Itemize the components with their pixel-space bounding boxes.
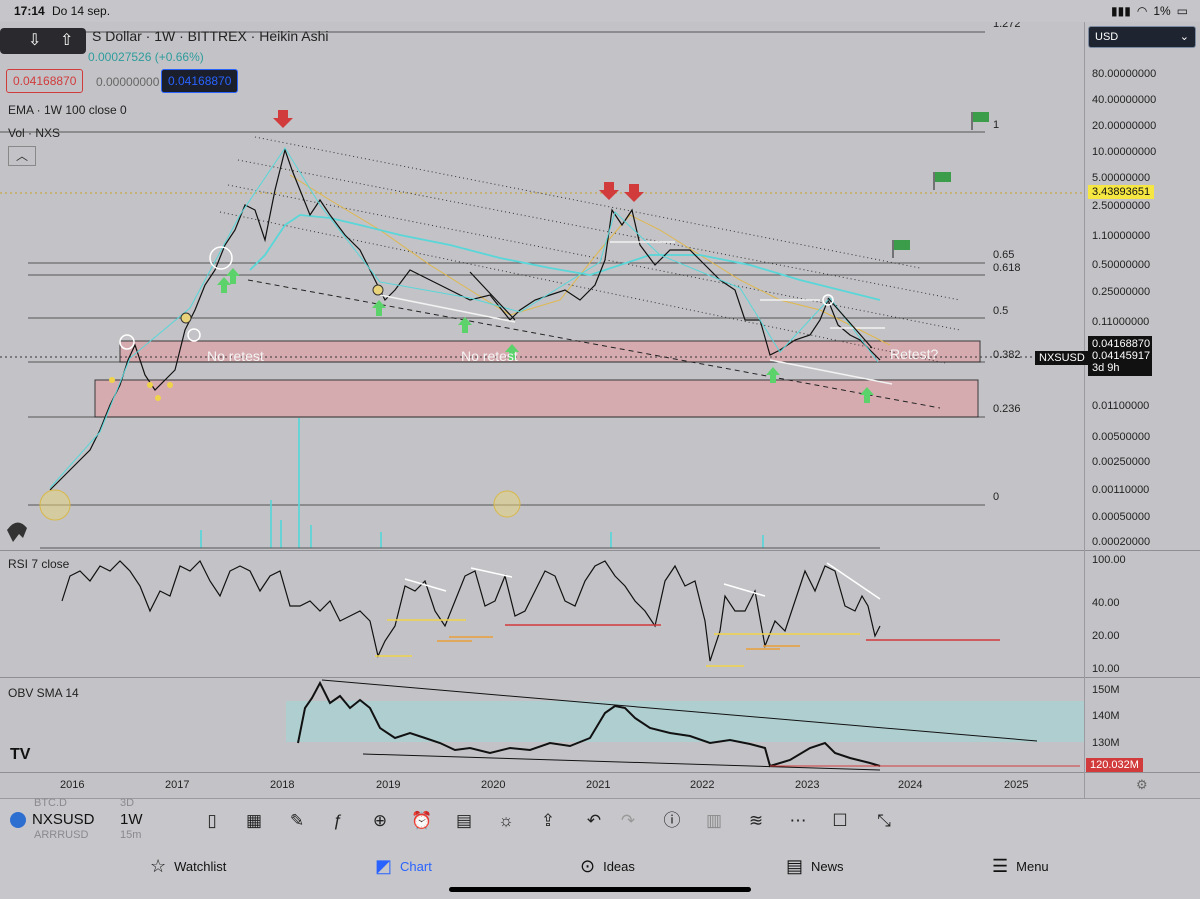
fib-label: 0 xyxy=(993,491,999,503)
status-time: 17:14 xyxy=(14,4,45,18)
obv-label: OBV SMA 14 xyxy=(8,686,79,700)
scroll-buttons: ⇩ ⇧ xyxy=(0,28,86,54)
highlight-circle xyxy=(39,489,71,521)
star-icon: ☆ xyxy=(150,856,167,876)
fib-label: 0.618 xyxy=(993,262,1021,274)
symbol-tag: NXSUSD xyxy=(1035,351,1089,365)
buy-price-box[interactable]: 0.04168870 xyxy=(161,69,239,93)
signal-icon: ▮▮▮ xyxy=(1111,4,1131,18)
obv-value-tag: 120.032M xyxy=(1086,758,1143,772)
add-icon[interactable]: ⊕ xyxy=(368,809,392,833)
status-icons: ▮▮▮ ◠ 1% ▭ xyxy=(1111,4,1188,18)
annotation-retest: Retest? xyxy=(890,346,938,362)
chart-type-icon[interactable]: ▯ xyxy=(200,809,224,833)
buy-arrow-icon xyxy=(458,317,472,333)
battery-icon: ▭ xyxy=(1176,4,1188,18)
arrow-down-icon[interactable]: ⇩ xyxy=(28,30,41,50)
spread-value: 0.00000000 xyxy=(96,75,160,89)
bars-icon[interactable]: ▥ xyxy=(702,809,726,833)
sell-price-box[interactable]: 0.04168870 xyxy=(6,69,84,93)
buy-arrow-icon xyxy=(226,268,240,284)
sell-arrow-icon xyxy=(273,110,293,128)
arrow-up-icon[interactable]: ⇧ xyxy=(60,30,73,50)
tradingview-logo-icon: TV xyxy=(10,746,31,763)
indicators-icon[interactable]: ƒ xyxy=(326,809,350,833)
ghost-timeframe: 15m xyxy=(120,829,142,841)
layout-icon[interactable]: ▤ xyxy=(452,809,476,833)
fib-price-tag: 3.43893651 xyxy=(1088,185,1155,199)
calendar-icon[interactable]: ▦ xyxy=(242,809,266,833)
flag-icon xyxy=(935,172,951,182)
chart-toolbar: BTC.D 3D NXSUSD 1W ARRRUSD 15m ▯ ▦ ✎ ƒ ⊕… xyxy=(0,797,1200,842)
annotation-no-retest: No retest xyxy=(461,348,518,364)
tab-menu[interactable]: ☰ Menu xyxy=(992,856,1049,877)
more-icon[interactable]: ⋯ xyxy=(786,809,810,833)
last-price-tag: 0.04168870 0.04145917 3d 9h xyxy=(1088,336,1152,376)
ghost-timeframe: 3D xyxy=(120,797,135,809)
symbol-logo-icon xyxy=(10,812,26,828)
obv-chart[interactable] xyxy=(0,678,1084,772)
fib-label: 1 xyxy=(993,119,999,131)
flag-icon xyxy=(973,112,989,122)
chart-title: S Dollar · 1W · BITTREX · Heikin Ashi xyxy=(92,28,329,44)
sell-arrow-icon xyxy=(624,184,644,202)
home-indicator xyxy=(449,887,751,892)
symbol-button[interactable]: NXSUSD xyxy=(32,811,95,828)
fib-label: 0.236 xyxy=(993,403,1021,415)
chart-icon: ◩ xyxy=(375,856,393,876)
info-icon[interactable]: ⓘ xyxy=(660,809,684,833)
tab-news[interactable]: ▤ News xyxy=(786,856,844,877)
ideas-icon: ⊙ xyxy=(580,856,596,876)
tab-watchlist[interactable]: ☆ Watchlist xyxy=(150,856,226,877)
draw-icon[interactable]: ✎ xyxy=(285,809,309,833)
rsi-chart[interactable] xyxy=(0,551,1084,677)
buy-arrow-icon xyxy=(372,300,386,316)
news-icon: ▤ xyxy=(786,856,804,876)
annotation-no-retest: No retest xyxy=(207,348,264,364)
redo-icon[interactable]: ↷ xyxy=(616,809,640,833)
idea-icon[interactable]: ☼ xyxy=(494,809,518,833)
compare-icon[interactable]: ≋ xyxy=(744,809,768,833)
ghost-symbol: BTC.D xyxy=(34,797,67,809)
fib-label: 0.65 xyxy=(993,249,1014,261)
alert-icon[interactable]: ⏰ xyxy=(410,809,434,833)
volume-label: Vol · NXS xyxy=(8,126,61,140)
battery-percent: 1% xyxy=(1153,4,1171,18)
flag-icon xyxy=(894,240,910,250)
tradingview-logo-icon xyxy=(7,522,27,542)
wifi-icon: ◠ xyxy=(1136,4,1148,18)
ghost-symbol: ARRRUSD xyxy=(34,829,89,841)
status-bar: 17:14 Do 14 sep. ▮▮▮ ◠ 1% ▭ xyxy=(0,0,1200,22)
chevron-down-icon: ⌄ xyxy=(1179,31,1189,43)
fib-label: 0.5 xyxy=(993,305,1008,317)
expand-icon[interactable]: ⤡ xyxy=(872,809,896,833)
buy-arrow-icon xyxy=(217,277,231,293)
sell-arrow-icon xyxy=(599,182,619,200)
share-icon[interactable]: ⇪ xyxy=(536,809,560,833)
fib-label: 0.382 xyxy=(993,349,1021,361)
menu-icon: ☰ xyxy=(992,856,1009,876)
support-zone-lower xyxy=(94,379,979,418)
status-date: Do 14 sep. xyxy=(52,4,111,18)
ema-label: EMA · 1W 100 close 0 xyxy=(8,103,127,117)
fib-label: 1.272 xyxy=(993,22,1021,30)
highlight-circle xyxy=(493,490,521,518)
undo-icon[interactable]: ↶ xyxy=(582,809,606,833)
collapse-button[interactable]: ︿ xyxy=(8,146,36,166)
rsi-label: RSI 7 close xyxy=(8,557,70,571)
tab-chart[interactable]: ◩ Chart xyxy=(375,856,432,877)
tab-ideas[interactable]: ⊙ Ideas xyxy=(580,856,635,877)
price-change: 0.00027526 (+0.66%) xyxy=(88,50,204,64)
fullscreen-box-icon[interactable]: ☐ xyxy=(828,809,852,833)
timeframe-button[interactable]: 1W xyxy=(120,811,143,828)
currency-select[interactable]: USD ⌄ xyxy=(1088,26,1196,48)
